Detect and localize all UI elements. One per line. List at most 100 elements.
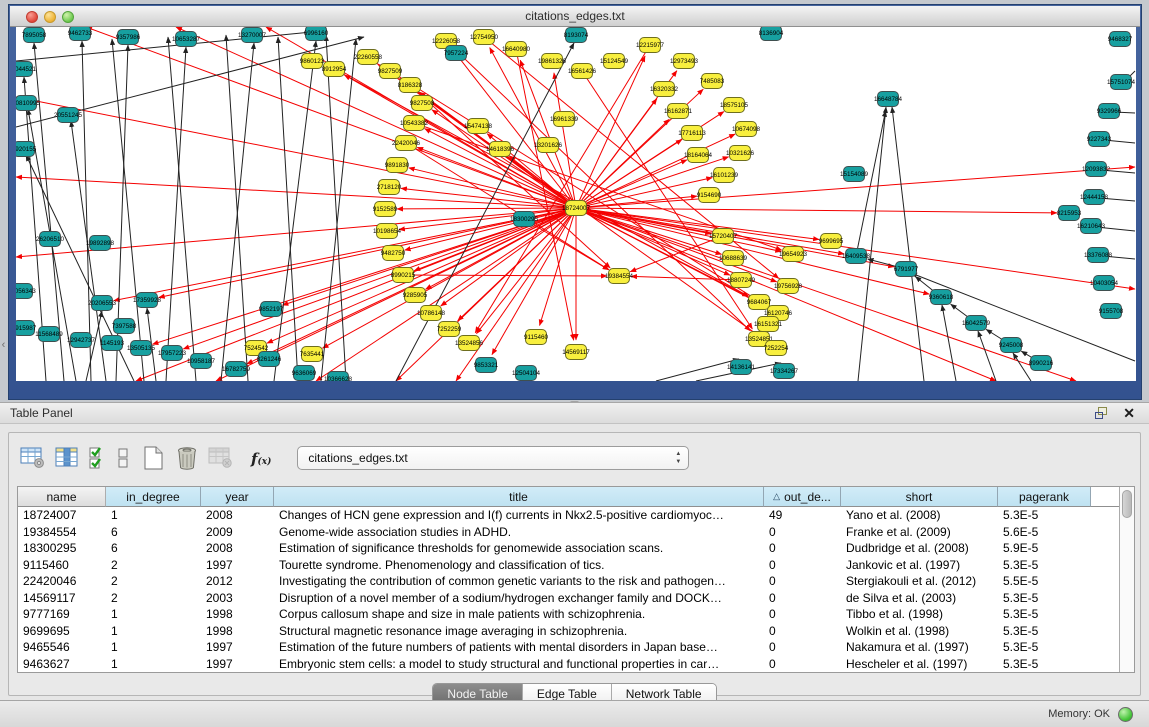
column-select-icon[interactable]	[51, 443, 83, 473]
table-row[interactable]: 1872400712008Changes of HCN gene express…	[18, 507, 1119, 524]
graph-node[interactable]: 19892898	[86, 236, 115, 251]
vertical-scrollbar[interactable]	[1119, 487, 1134, 672]
column-header-in_degree[interactable]: in_degree	[106, 487, 201, 507]
west-panel-collapse-handle[interactable]: ‹	[0, 338, 7, 354]
graph-node[interactable]: 12942737	[67, 333, 96, 348]
graph-node[interactable]: 17957223	[158, 346, 187, 361]
delete-rows-trash-icon[interactable]	[171, 443, 203, 473]
table-row[interactable]: 946362711997Embryonic stem cells: a mode…	[18, 656, 1119, 673]
graph-node[interactable]: 14569117	[562, 345, 590, 360]
memory-ok-indicator[interactable]	[1118, 707, 1133, 722]
graph-node[interactable]: 18300295	[510, 212, 539, 227]
graph-node[interactable]: 9357986	[116, 30, 141, 45]
clear-selection-icon[interactable]	[111, 443, 135, 473]
graph-node[interactable]: 10653287	[172, 32, 201, 47]
graph-node[interactable]: 9329966	[1097, 104, 1122, 119]
graph-node[interactable]: 6791977	[894, 262, 919, 277]
graph-node[interactable]: 12973493	[670, 54, 699, 69]
graph-node[interactable]: 10688639	[719, 251, 748, 266]
graph-node[interactable]: 9852197	[259, 302, 284, 317]
graph-node[interactable]: 9699695	[819, 234, 844, 249]
graph-node[interactable]: 15124549	[600, 54, 629, 69]
graph-node[interactable]: 17359928	[133, 293, 162, 308]
graph-node[interactable]: 9285905	[403, 288, 428, 303]
graph-node[interactable]: 16782759	[222, 362, 251, 377]
float-panel-icon[interactable]	[1095, 407, 1109, 420]
table-row[interactable]: 977716911998Corpus callosum shape and si…	[18, 606, 1119, 623]
graph-node[interactable]: 14618396	[486, 142, 515, 157]
table-row[interactable]: 2242004622012Investigating the contribut…	[18, 573, 1119, 590]
graph-node[interactable]: 16210643	[1077, 219, 1106, 234]
graph-node[interactable]: 18575105	[720, 98, 749, 113]
graph-node[interactable]: 9245008	[999, 338, 1024, 353]
table-row[interactable]: 1938455462009Genome-wide association stu…	[18, 524, 1119, 541]
graph-node[interactable]: 20810995	[16, 96, 40, 111]
graph-node[interactable]: 9482750	[381, 246, 406, 261]
graph-node[interactable]: 8193074	[564, 28, 589, 43]
graph-node[interactable]: 7397588	[112, 319, 137, 334]
graph-node[interactable]: 8990216	[1029, 356, 1054, 371]
graph-node[interactable]: 13270007	[238, 28, 267, 43]
graph-node[interactable]: 10958187	[187, 354, 216, 369]
graph-node[interactable]: 7252259	[437, 322, 462, 337]
graph-node[interactable]: 26206510	[36, 232, 65, 247]
column-header-out_de[interactable]: △out_de...	[764, 487, 841, 507]
graph-node[interactable]: 8136904	[759, 27, 784, 41]
graph-node[interactable]: 15474138	[464, 119, 493, 134]
column-header-pagerank[interactable]: pagerank	[998, 487, 1091, 507]
graph-node[interactable]: 9920155	[16, 142, 37, 157]
graph-node[interactable]: 8990215	[391, 268, 416, 283]
graph-node[interactable]: 20551245	[54, 108, 83, 123]
column-header-year[interactable]: year	[201, 487, 274, 507]
graph-node[interactable]: 16640980	[502, 42, 531, 57]
graph-node[interactable]: 13505135	[127, 341, 156, 356]
graph-node[interactable]: 7895058	[22, 28, 47, 43]
graph-node[interactable]: 9227343	[1087, 132, 1112, 147]
graph-node[interactable]: 16044521	[16, 62, 36, 77]
graph-node[interactable]: 9154690	[697, 188, 722, 203]
graph-node[interactable]: 9827509	[378, 64, 403, 79]
graph-node[interactable]: 9360618	[929, 290, 954, 305]
graph-node[interactable]: 7957224	[444, 46, 469, 61]
graph-node[interactable]: 9468327	[1108, 32, 1133, 47]
new-table-icon[interactable]	[137, 443, 169, 473]
graph-node[interactable]: 15751074	[1107, 75, 1136, 90]
graph-node[interactable]: 19384554	[605, 269, 634, 284]
network-window-titlebar[interactable]: citations_edges.txt	[10, 6, 1140, 27]
graph-node[interactable]: 16042579	[962, 316, 991, 331]
column-header-title[interactable]: title	[274, 487, 764, 507]
graph-node[interactable]: 14136141	[727, 360, 756, 375]
graph-node[interactable]: 10786148	[417, 306, 446, 321]
table-row[interactable]: 969969511998Structural magnetic resonanc…	[18, 623, 1119, 640]
column-header-short[interactable]: short	[841, 487, 998, 507]
graph-node[interactable]: 10543382	[400, 116, 429, 131]
graph-node[interactable]: 15720407	[709, 229, 738, 244]
graph-node[interactable]: 18724007	[562, 201, 591, 216]
graph-node[interactable]: 7252254	[764, 341, 789, 356]
column-header-name[interactable]: name	[18, 487, 106, 507]
graph-node[interactable]: 12504104	[512, 366, 541, 381]
graph-node[interactable]: 22420046	[392, 136, 421, 151]
window-close-button[interactable]	[26, 11, 38, 23]
graph-node[interactable]: 16101239	[710, 168, 739, 183]
graph-node[interactable]: 1145193	[100, 336, 125, 351]
table-settings-icon[interactable]	[17, 443, 49, 473]
graph-node[interactable]: 10366628	[324, 372, 353, 382]
network-graph-svg[interactable]: 1872400798601238912954222605589827509818…	[16, 27, 1136, 381]
graph-node[interactable]: 10198654	[373, 224, 402, 239]
graph-node[interactable]: 9462733	[68, 27, 93, 41]
graph-node[interactable]: 20206553	[88, 296, 117, 311]
row-select-icon[interactable]	[85, 443, 109, 473]
graph-node[interactable]: 6996160	[304, 27, 329, 41]
graph-node[interactable]: 9152589	[373, 202, 398, 217]
graph-node[interactable]: 8261246	[257, 352, 282, 367]
graph-node[interactable]: 7635441	[300, 347, 325, 362]
graph-node[interactable]: 8215953	[1057, 206, 1082, 221]
function-builder-icon[interactable]: f(x)	[251, 449, 271, 468]
graph-node[interactable]: 9853321	[474, 358, 499, 373]
graph-node[interactable]: 16409538	[842, 249, 871, 264]
graph-node[interactable]: 17716113	[678, 126, 706, 141]
window-zoom-button[interactable]	[62, 11, 74, 23]
scrollbar-thumb[interactable]	[1122, 490, 1132, 518]
graph-node[interactable]: 19654923	[779, 247, 808, 262]
